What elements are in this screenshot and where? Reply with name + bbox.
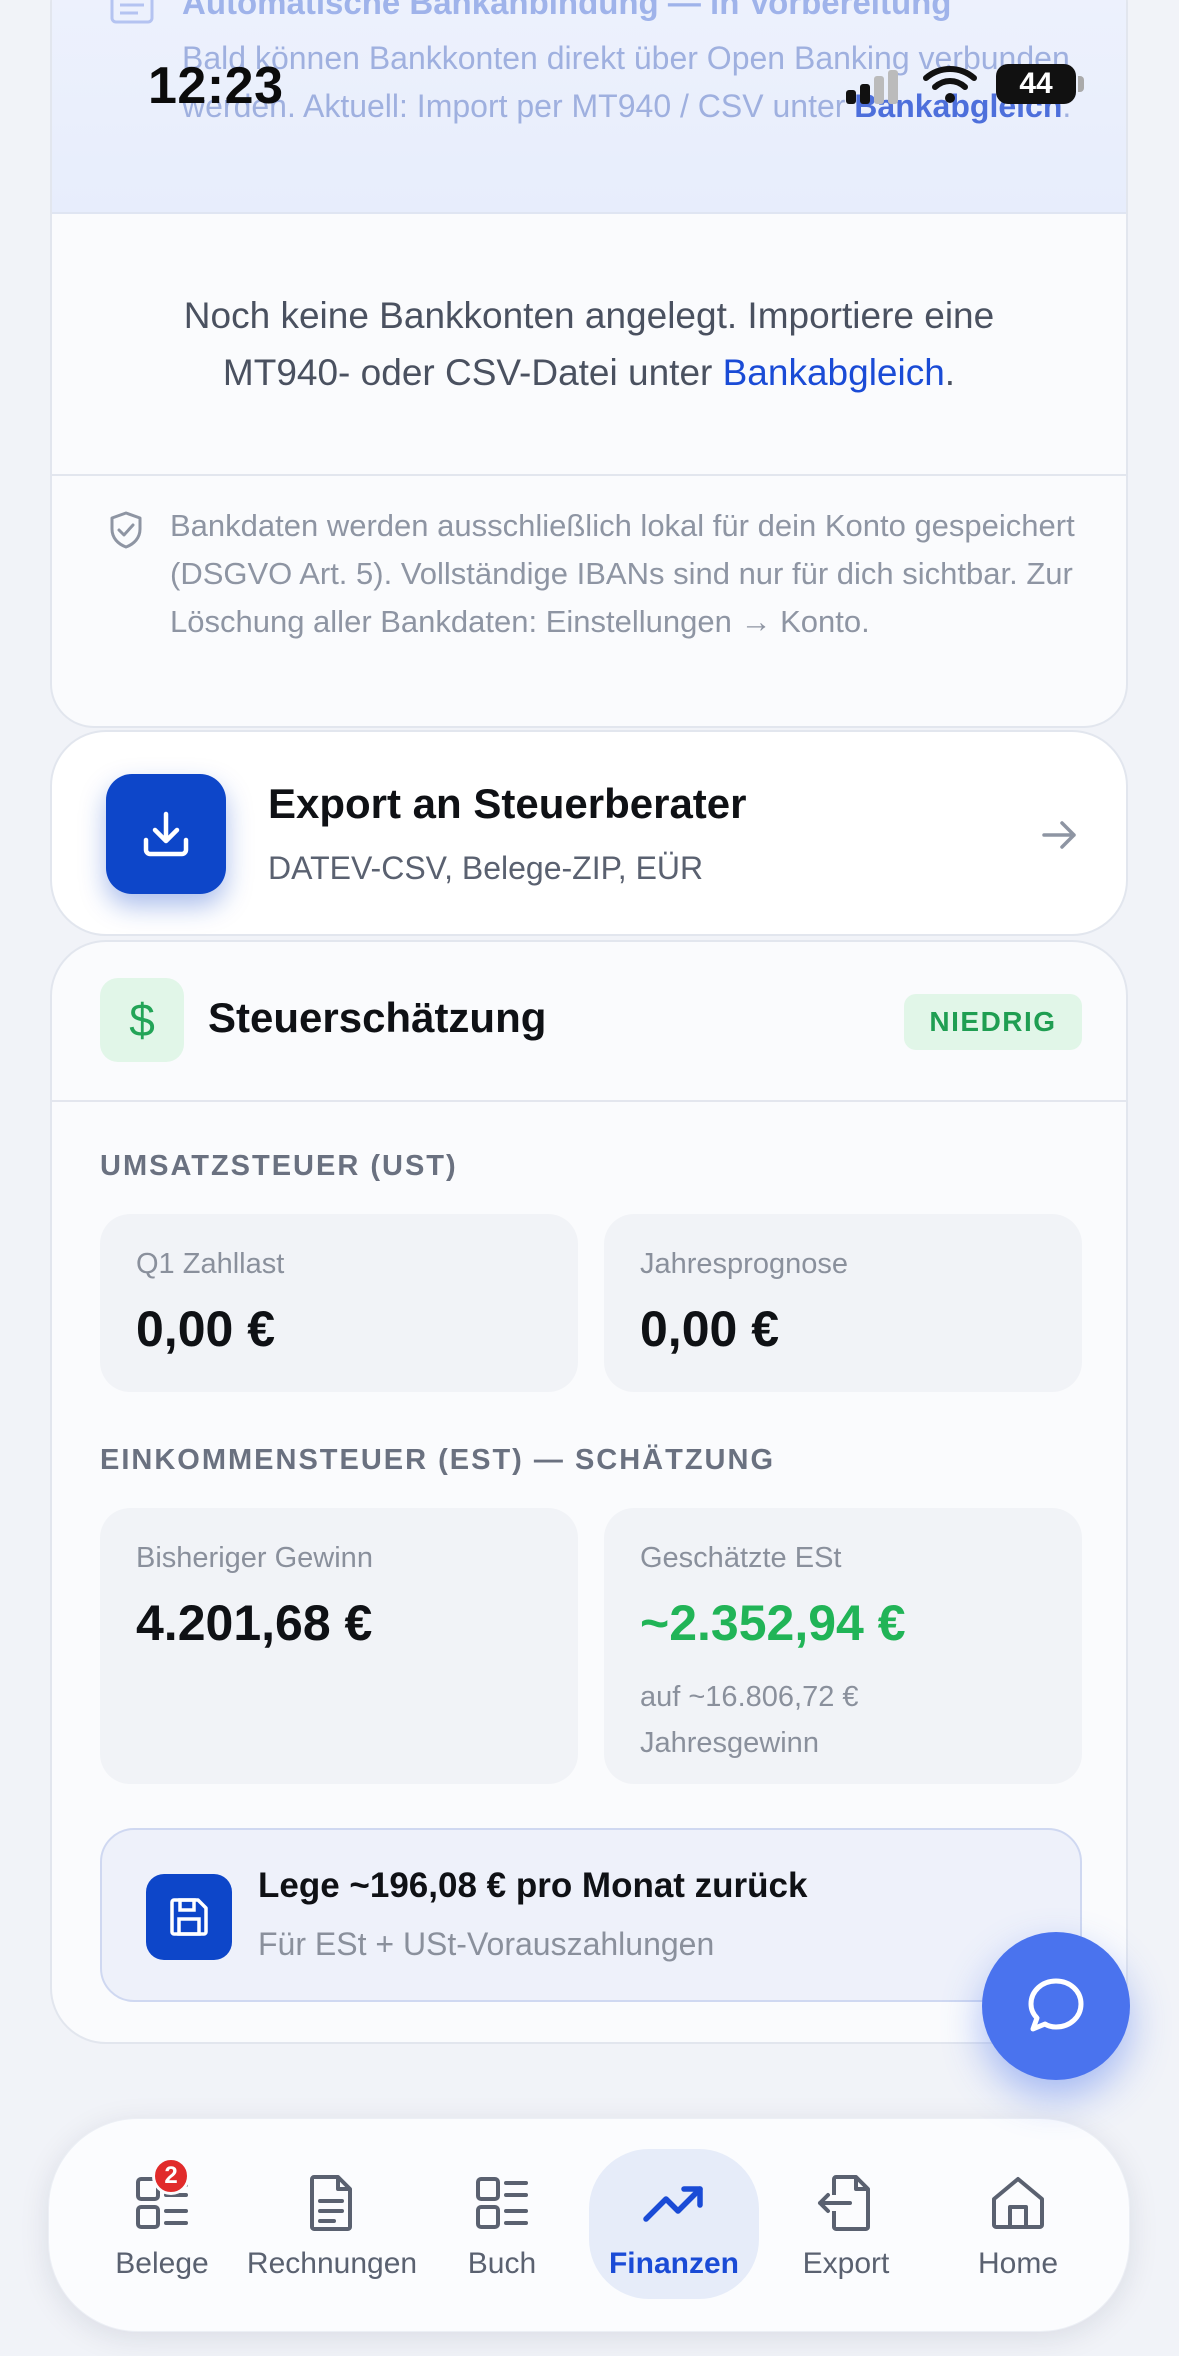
income-tax-section-label: EINKOMMENSTEUER (EST) — SCHÄTZUNG — [100, 1444, 775, 1476]
nav-label: Buch — [467, 2247, 537, 2280]
profit-value: 4.201,68 € — [136, 1595, 373, 1651]
estimated-income-tax-value: ~2.352,94 € — [640, 1595, 906, 1651]
battery-indicator: 44 — [996, 64, 1076, 104]
status-time: 12:23 — [148, 57, 284, 115]
export-to-accountant-card[interactable]: Export an Steuerberater DATEV-CSV, Beleg… — [50, 730, 1128, 936]
profit-tile: Bisheriger Gewinn 4.201,68 € — [100, 1508, 578, 1784]
profit-label: Bisheriger Gewinn — [136, 1542, 373, 1574]
export-subtitle: DATEV-CSV, Belege-ZIP, EÜR — [268, 850, 704, 886]
receipts-count-badge: 2 — [152, 2157, 190, 2195]
nav-item-belege[interactable]: 2 Belege — [77, 2149, 247, 2299]
download-icon — [106, 774, 226, 894]
ledger-grid-icon — [470, 2171, 534, 2235]
receipts-grid-icon: 2 — [130, 2157, 194, 2235]
nav-item-rechnungen[interactable]: Rechnungen — [247, 2149, 417, 2299]
nav-item-home[interactable]: Home — [933, 2149, 1103, 2299]
document-icon — [300, 2171, 364, 2235]
savings-recommendation: Lege ~196,08 € pro Monat zurück Für ESt … — [100, 1828, 1082, 2002]
annual-profit-note: auf ~16.806,72 € Jahresgewinn — [640, 1681, 859, 1759]
vat-q1-tile: Q1 Zahllast 0,00 € — [100, 1214, 578, 1392]
nav-label: Belege — [115, 2247, 209, 2280]
nav-item-buch[interactable]: Buch — [417, 2149, 587, 2299]
vat-year-tile: Jahresprognose 0,00 € — [604, 1214, 1082, 1392]
wifi-icon — [923, 66, 977, 103]
status-bar: 12:23 44 — [0, 0, 1179, 140]
estimated-income-tax-tile: Geschätzte ESt ~2.352,94 € auf ~16.806,7… — [604, 1508, 1082, 1784]
trending-up-icon — [642, 2171, 706, 2235]
vat-q1-value: 0,00 € — [136, 1301, 276, 1357]
tax-estimate-card: $ Steuerschätzung NIEDRIG UMSATZSTEUER (… — [50, 940, 1128, 2044]
chat-bubble-icon — [1028, 1978, 1084, 2032]
dollar-icon: $ — [100, 978, 184, 1062]
estimated-income-tax-label: Geschätzte ESt — [640, 1542, 842, 1574]
tax-estimate-title: Steuerschätzung — [208, 994, 547, 1041]
bottom-navigation: 2 Belege Rechnungen Buch Finanzen Export… — [48, 2118, 1130, 2332]
cellular-signal-icon — [846, 70, 898, 104]
tax-estimate-header: $ Steuerschätzung NIEDRIG — [52, 942, 1126, 1102]
privacy-notice: Bankdaten werden ausschließlich lokal fü… — [170, 508, 1075, 639]
vat-year-label: Jahresprognose — [640, 1248, 848, 1280]
nav-label: Rechnungen — [246, 2247, 418, 2280]
nav-item-finanzen[interactable]: Finanzen — [589, 2149, 759, 2299]
vat-year-value: 0,00 € — [640, 1301, 780, 1357]
bankabgleich-link[interactable]: Bankabgleich — [723, 352, 945, 393]
nav-label: Home — [977, 2247, 1059, 2280]
chat-button[interactable] — [982, 1932, 1130, 2080]
savings-subtitle: Für ESt + USt-Vorauszahlungen — [258, 1926, 715, 1962]
home-icon — [986, 2171, 1050, 2235]
savings-title: Lege ~196,08 € pro Monat zurück — [258, 1866, 808, 1905]
empty-bank-state: Noch keine Bankkonten angelegt. Importie… — [52, 214, 1126, 476]
export-title: Export an Steuerberater — [268, 780, 747, 827]
vat-q1-label: Q1 Zahllast — [136, 1248, 285, 1280]
save-icon — [146, 1874, 232, 1960]
vat-section-label: UMSATZSTEUER (UST) — [100, 1150, 458, 1182]
risk-level-badge: NIEDRIG — [904, 994, 1082, 1050]
empty-bank-message: Noch keine Bankkonten angelegt. Importie… — [183, 295, 995, 393]
nav-item-export[interactable]: Export — [761, 2149, 931, 2299]
arrow-right-icon — [1042, 821, 1076, 849]
file-export-icon — [814, 2171, 878, 2235]
nav-label: Finanzen — [608, 2247, 739, 2280]
battery-tip — [1078, 76, 1084, 92]
nav-label: Export — [802, 2247, 890, 2280]
shield-check-icon — [110, 511, 142, 549]
